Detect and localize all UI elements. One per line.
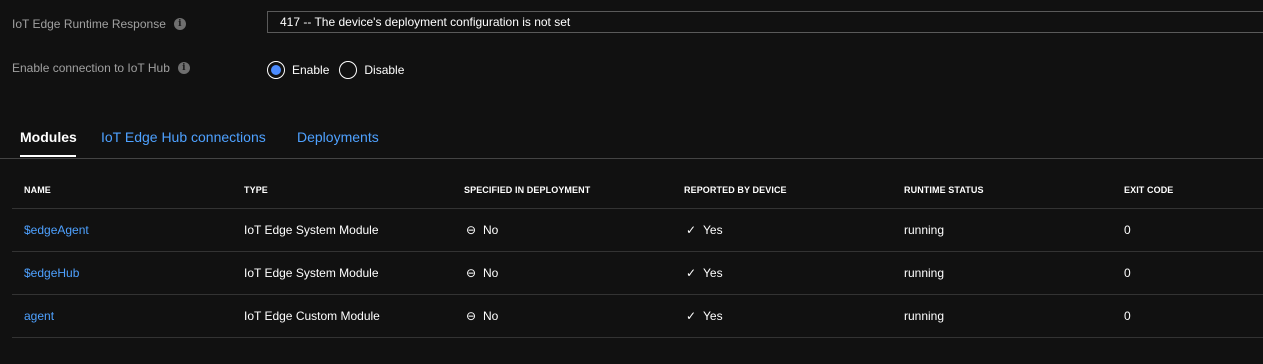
column-header-runtime-status[interactable]: RUNTIME STATUS: [892, 172, 1112, 209]
tab-bar: Modules IoT Edge Hub connections Deploym…: [0, 124, 1263, 159]
tab-deployments[interactable]: Deployments: [297, 129, 379, 145]
minus-circle-icon: ⊖: [465, 223, 477, 237]
radio-unchecked-icon[interactable]: [339, 61, 358, 79]
module-name-link[interactable]: agent: [12, 294, 232, 338]
minus-circle-icon: ⊖: [465, 266, 477, 280]
column-header-name[interactable]: NAME: [12, 172, 232, 209]
reported-value: Yes: [703, 223, 723, 237]
reported-value: Yes: [703, 309, 723, 323]
runtime-response-row: IoT Edge Runtime Response i: [12, 17, 186, 31]
enable-radio[interactable]: Enable: [267, 61, 329, 79]
exit-code: 0: [1112, 208, 1263, 252]
specified-value: No: [483, 309, 499, 323]
module-name-link[interactable]: $edgeHub: [12, 251, 232, 295]
table-row[interactable]: agent IoT Edge Custom Module ⊖ No ✓ Yes ru…: [12, 294, 1263, 338]
checkmark-icon: ✓: [685, 266, 697, 280]
info-icon[interactable]: i: [173, 18, 186, 30]
exit-code: 0: [1112, 294, 1263, 338]
modules-table: NAME TYPE SPECIFIED IN DEPLOYMENT REPORT…: [12, 172, 1263, 338]
reported-cell: ✓ Yes: [672, 208, 892, 252]
tab-iot-edge-hub-connections[interactable]: IoT Edge Hub connections: [101, 129, 266, 145]
column-header-exit-code[interactable]: EXIT CODE: [1112, 172, 1263, 209]
active-tab-indicator: [20, 155, 76, 157]
specified-cell: ⊖ No: [452, 294, 672, 338]
specified-value: No: [483, 223, 499, 237]
connection-label: Enable connection to IoT Hub: [12, 61, 170, 75]
connection-radio-group: Enable Disable: [267, 61, 414, 79]
reported-cell: ✓ Yes: [672, 294, 892, 338]
specified-value: No: [483, 266, 499, 280]
module-type: IoT Edge System Module: [232, 208, 452, 252]
specified-cell: ⊖ No: [452, 208, 672, 252]
checkmark-icon: ✓: [685, 309, 697, 323]
disable-radio[interactable]: Disable: [339, 61, 404, 79]
runtime-response-field: 417 -- The device's deployment configura…: [267, 11, 1263, 33]
minus-circle-icon: ⊖: [465, 309, 477, 323]
exit-code: 0: [1112, 251, 1263, 295]
disable-radio-label[interactable]: Disable: [364, 63, 404, 77]
module-name-link[interactable]: $edgeAgent: [12, 208, 232, 252]
runtime-response-label: IoT Edge Runtime Response: [12, 17, 166, 31]
module-type: IoT Edge System Module: [232, 251, 452, 295]
tab-modules[interactable]: Modules: [20, 129, 77, 145]
runtime-status: running: [892, 251, 1112, 295]
reported-value: Yes: [703, 266, 723, 280]
table-header-row: NAME TYPE SPECIFIED IN DEPLOYMENT REPORT…: [12, 172, 1263, 209]
column-header-reported[interactable]: REPORTED BY DEVICE: [672, 172, 892, 209]
table-row[interactable]: $edgeHub IoT Edge System Module ⊖ No ✓ Yes…: [12, 251, 1263, 295]
enable-radio-label[interactable]: Enable: [292, 63, 329, 77]
reported-cell: ✓ Yes: [672, 251, 892, 295]
radio-checked-icon[interactable]: [267, 61, 285, 79]
specified-cell: ⊖ No: [452, 251, 672, 295]
runtime-status: running: [892, 294, 1112, 338]
info-icon[interactable]: i: [177, 62, 190, 74]
column-header-specified[interactable]: SPECIFIED IN DEPLOYMENT: [452, 172, 672, 209]
connection-row: Enable connection to IoT Hub i: [12, 61, 190, 75]
column-header-type[interactable]: TYPE: [232, 172, 452, 209]
table-row[interactable]: $edgeAgent IoT Edge System Module ⊖ No ✓ Y…: [12, 208, 1263, 252]
runtime-status: running: [892, 208, 1112, 252]
checkmark-icon: ✓: [685, 223, 697, 237]
module-type: IoT Edge Custom Module: [232, 294, 452, 338]
